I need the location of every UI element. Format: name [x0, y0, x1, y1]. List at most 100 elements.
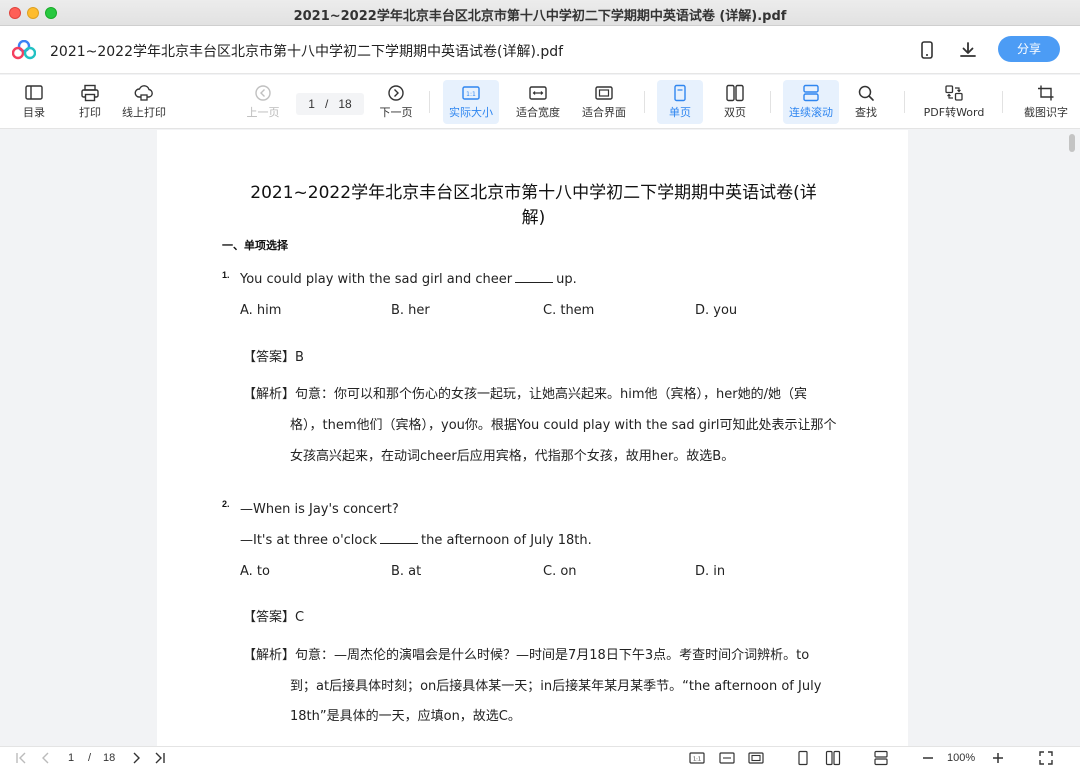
analysis-text: 到；at后接具体时刻；on后接具体某一天；in后接某年某月某季节。“the af… — [290, 679, 822, 694]
single-page-icon[interactable] — [795, 750, 811, 766]
answer-blank — [515, 273, 554, 283]
status-page-current[interactable]: 1 — [68, 751, 74, 766]
fit-width-button[interactable]: 适合宽度 — [512, 80, 564, 124]
option: B. her — [391, 303, 430, 318]
convert-icon — [945, 85, 963, 101]
ocr-button[interactable]: 截图识字 — [1016, 80, 1076, 124]
fit-width-icon — [529, 86, 547, 100]
answer-blank — [380, 534, 419, 544]
fit-page-label: 适合界面 — [582, 106, 626, 119]
option: A. to — [240, 564, 270, 579]
last-page-icon[interactable] — [151, 750, 167, 766]
question-number: 1. — [222, 270, 230, 280]
fit-width-label: 适合宽度 — [516, 106, 560, 119]
fullscreen-icon[interactable] — [1038, 750, 1054, 766]
toc-icon — [25, 85, 43, 100]
single-page-icon — [674, 84, 686, 102]
pdf-page-title: 2021~2022学年北京丰台区北京市第十八中学初二下学期期中英语试卷(详解) — [250, 183, 817, 228]
toc-button[interactable]: 目录 — [14, 80, 54, 124]
option: A. him — [240, 303, 282, 318]
search-icon — [858, 85, 874, 101]
analysis-text: 女孩高兴起来，在动词cheer后应用宾格，代指那个女孩，故用her。故选B。 — [290, 449, 735, 464]
app-header: 2021~2022学年北京丰台区北京市第十八中学初二下学期期中英语试卷(详解).… — [0, 26, 1080, 74]
toolbar-divider — [904, 91, 905, 113]
answer-value: C — [295, 610, 305, 625]
actual-size-button[interactable]: 1:1 实际大小 — [443, 80, 499, 124]
pdf-page: 2021~2022学年北京丰台区北京市第十八中学初二下学期期中英语试卷(详解) … — [157, 130, 908, 746]
download-icon[interactable] — [958, 40, 978, 60]
double-page-label: 双页 — [724, 106, 746, 119]
find-button[interactable]: 查找 — [846, 80, 886, 124]
analysis-line: 【解析】句意：你可以和那个伤心的女孩一起玩，让她高兴起来。him他（宾格），he… — [243, 383, 807, 402]
zoom-level[interactable]: 100% — [947, 751, 975, 766]
answer-line: 【答案】B — [243, 346, 304, 365]
actual-size-icon[interactable]: 1:1 — [689, 750, 705, 766]
stem-text: up. — [556, 272, 577, 287]
chevron-right-circle-icon — [388, 85, 404, 101]
answer-value: B — [295, 350, 304, 365]
fit-page-icon[interactable] — [748, 750, 764, 766]
single-page-button[interactable]: 单页 — [657, 80, 703, 124]
pdf-to-word-label: PDF转Word — [923, 106, 985, 119]
pdf-to-word-button[interactable]: PDF转Word — [920, 80, 988, 124]
svg-text:1:1: 1:1 — [466, 91, 476, 98]
online-print-button[interactable]: 线上打印 — [118, 80, 170, 124]
scrollbar-thumb[interactable] — [1069, 134, 1075, 152]
prev-page-button[interactable]: 上一页 — [243, 80, 283, 124]
find-label: 查找 — [855, 106, 877, 119]
double-page-icon[interactable] — [825, 750, 841, 766]
zoom-out-icon[interactable] — [920, 750, 936, 766]
question-stem: You could play with the sad girl and che… — [240, 272, 577, 287]
section-heading: 一、单项选择 — [222, 239, 288, 252]
fit-width-icon[interactable] — [719, 750, 735, 766]
analysis-text: 句意：你可以和那个伤心的女孩一起玩，让她高兴起来。him他（宾格），her她的/… — [295, 387, 807, 402]
question-stem: —When is Jay's concert? — [240, 502, 399, 517]
option: C. on — [543, 564, 577, 579]
option: C. them — [543, 303, 595, 318]
analysis-text: 18th”是具体的一天，应填on，故选C。 — [290, 709, 521, 724]
double-page-icon — [726, 84, 744, 102]
toolbar-divider — [1002, 91, 1003, 113]
next-page-label: 下一页 — [379, 106, 413, 119]
actual-size-icon: 1:1 — [462, 86, 480, 100]
print-button[interactable]: 打印 — [70, 80, 110, 124]
next-page-icon[interactable] — [128, 750, 144, 766]
vertical-scrollbar[interactable] — [1066, 130, 1078, 746]
analysis-text: 格），them他们（宾格），you你。根据You could play with… — [290, 418, 837, 433]
toc-label: 目录 — [23, 106, 45, 119]
fit-page-button[interactable]: 适合界面 — [578, 80, 630, 124]
fit-page-icon — [595, 86, 613, 100]
next-page-button[interactable]: 下一页 — [376, 80, 416, 124]
print-label: 打印 — [79, 106, 101, 119]
single-page-label: 单页 — [669, 106, 691, 119]
option: D. you — [695, 303, 738, 318]
first-page-icon[interactable] — [14, 750, 30, 766]
zoom-in-icon[interactable] — [990, 750, 1006, 766]
crop-icon — [1038, 85, 1054, 101]
option: D. in — [695, 564, 726, 579]
continuous-scroll-button[interactable]: 连续滚动 — [783, 80, 839, 124]
app-logo-icon — [12, 40, 36, 60]
chevron-left-circle-icon — [255, 85, 271, 101]
window-title: 2021~2022学年北京丰台区北京市第十八中学初二下学期期中英语试卷 (详解)… — [293, 9, 787, 24]
online-print-label: 线上打印 — [122, 106, 166, 119]
window-titlebar: 2021~2022学年北京丰台区北京市第十八中学初二下学期期中英语试卷 (详解)… — [0, 0, 1080, 26]
toolbar: 目录 打印 线上打印 上一页 1 / 18 下一页 1:1 实际大小 适合宽度 … — [0, 75, 1080, 129]
svg-text:1:1: 1:1 — [693, 757, 701, 763]
question-stem: —It's at three o'clock the afternoon of J… — [240, 533, 592, 548]
page-separator: / — [324, 97, 329, 111]
status-bar: 1 / 18 1:1 100% — [0, 746, 1080, 769]
document-viewer[interactable]: 2021~2022学年北京丰台区北京市第十八中学初二下学期期中英语试卷(详解) … — [0, 130, 1080, 746]
double-page-button[interactable]: 双页 — [713, 80, 757, 124]
stem-text: the afternoon of July 18th. — [421, 533, 592, 548]
cloud-print-icon — [134, 85, 153, 101]
prev-page-icon[interactable] — [38, 750, 54, 766]
toolbar-divider — [429, 91, 430, 113]
page-number-input[interactable]: 1 / 18 — [296, 93, 364, 115]
continuous-scroll-icon[interactable] — [873, 750, 889, 766]
share-button[interactable]: 分享 — [998, 36, 1060, 62]
prev-page-label: 上一页 — [246, 106, 280, 119]
printer-icon — [81, 84, 99, 102]
stem-text: —It's at three o'clock — [240, 533, 378, 548]
mobile-icon[interactable] — [917, 40, 937, 60]
